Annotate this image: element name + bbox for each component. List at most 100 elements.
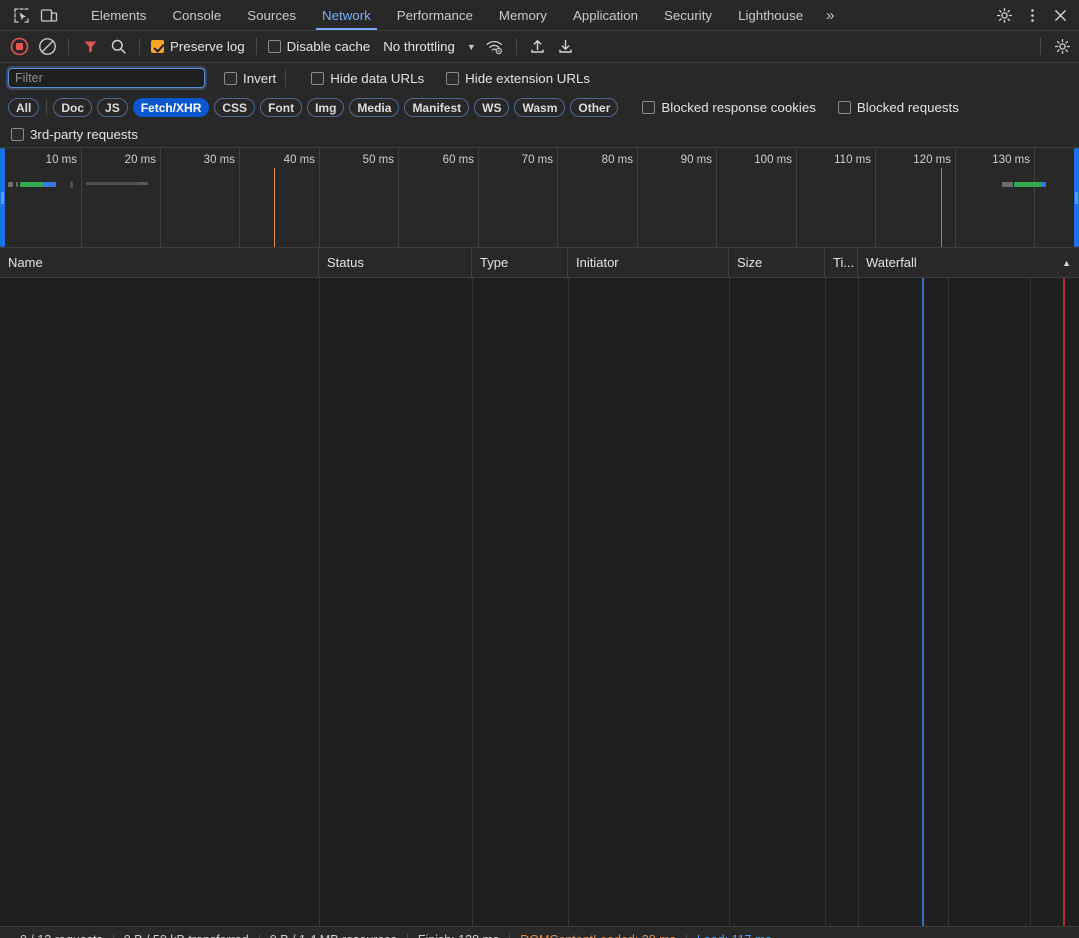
hide-extension-urls-checkbox[interactable]: Hide extension URLs — [443, 71, 593, 86]
chevron-down-icon: ▼ — [466, 41, 476, 52]
column-header-waterfall[interactable]: Waterfall ▲ — [858, 248, 1079, 277]
tab-application[interactable]: Application — [560, 0, 651, 30]
overview-tick: 80 ms — [558, 148, 638, 247]
summary-requests: 0 / 13 requests — [10, 933, 113, 938]
type-filter-img[interactable]: Img — [307, 98, 345, 117]
tab-elements[interactable]: Elements — [78, 0, 159, 30]
filter-row: Invert Hide data URLs Hide extension URL… — [0, 63, 1079, 93]
type-filter-fetch-xhr[interactable]: Fetch/XHR — [132, 98, 210, 117]
type-filter-all[interactable]: All — [8, 98, 40, 117]
column-header-type[interactable]: Type — [472, 248, 568, 277]
tab-performance[interactable]: Performance — [384, 0, 486, 30]
tab-memory[interactable]: Memory — [486, 0, 560, 30]
third-party-requests-checkbox-box[interactable] — [11, 128, 24, 141]
column-divider — [472, 278, 473, 926]
column-header-name[interactable]: Name — [0, 248, 319, 277]
overview-selection-handle-left[interactable] — [0, 148, 5, 247]
disable-cache-label: Disable cache — [286, 39, 371, 54]
device-toolbar-icon[interactable] — [36, 2, 62, 28]
overview-tick-label: 60 ms — [442, 154, 474, 166]
overview-tick: 50 ms — [320, 148, 399, 247]
overview-tick-label: 130 ms — [992, 154, 1030, 166]
import-har-upload-icon[interactable] — [525, 34, 551, 60]
overview-selection-handle-right[interactable] — [1074, 148, 1079, 247]
preserve-log-checkbox-box[interactable] — [151, 40, 164, 53]
type-filter-wasm[interactable]: Wasm — [514, 98, 566, 117]
column-divider — [858, 278, 859, 926]
network-overview-timeline[interactable]: 10 ms 20 ms 30 ms 40 ms 50 ms 60 ms 70 m… — [0, 148, 1079, 248]
inspect-element-icon[interactable] — [8, 2, 34, 28]
blocked-response-cookies-checkbox-box[interactable] — [642, 101, 656, 114]
invert-checkbox-box[interactable] — [224, 71, 237, 85]
wifi-conditions-icon[interactable] — [482, 34, 508, 60]
record-stop-icon[interactable] — [6, 34, 32, 60]
tab-console[interactable]: Console — [159, 0, 234, 30]
tab-label: Sources — [247, 7, 297, 23]
tab-sources[interactable]: Sources — [234, 0, 309, 30]
search-icon[interactable] — [105, 34, 131, 60]
export-har-download-icon[interactable] — [553, 34, 579, 60]
disable-cache-checkbox-box[interactable] — [267, 40, 281, 53]
network-settings-gear-icon[interactable] — [1049, 34, 1075, 60]
column-header-status[interactable]: Status — [319, 248, 472, 277]
tab-label: Memory — [498, 7, 547, 23]
overview-tick: 120 ms — [876, 148, 956, 247]
disable-cache-checkbox[interactable]: Disable cache — [265, 39, 374, 54]
throttling-value: No throttling — [383, 39, 455, 54]
more-tabs-icon[interactable]: » — [816, 0, 844, 30]
gear-icon[interactable] — [991, 2, 1017, 28]
tab-label: Network — [322, 7, 371, 23]
type-filter-js[interactable]: JS — [97, 98, 128, 117]
requests-table-body[interactable] — [0, 278, 1079, 926]
overview-tick: 130 ms — [956, 148, 1035, 247]
column-header-size[interactable]: Size — [729, 248, 825, 277]
column-divider — [319, 278, 320, 926]
tab-network[interactable]: Network — [309, 0, 384, 30]
summary-domcontentloaded: DOMContentLoaded: 38 ms — [510, 933, 686, 938]
clear-icon[interactable] — [34, 34, 60, 60]
overview-domcontentloaded-line — [274, 168, 275, 247]
throttling-dropdown[interactable]: No throttling ▼ — [375, 39, 480, 54]
type-filter-css[interactable]: CSS — [214, 98, 256, 117]
invert-label: Invert — [243, 70, 277, 86]
type-filter-other[interactable]: Other — [570, 98, 619, 117]
toolbar-divider-1 — [68, 38, 69, 55]
toolbar-divider-3 — [255, 38, 257, 55]
column-header-initiator[interactable]: Initiator — [568, 248, 729, 277]
blocked-response-cookies-checkbox[interactable]: Blocked response cookies — [639, 100, 818, 115]
overview-tick-label: 20 ms — [124, 154, 156, 166]
blocked-response-cookies-label: Blocked response cookies — [661, 100, 816, 115]
type-filter-doc[interactable]: Doc — [53, 98, 93, 117]
hide-extension-urls-checkbox-box[interactable] — [446, 71, 460, 85]
preserve-log-label: Preserve log — [170, 39, 245, 54]
waterfall-load-line — [922, 278, 924, 926]
column-header-time[interactable]: Ti... — [825, 248, 858, 277]
blocked-requests-checkbox-box[interactable] — [837, 101, 851, 114]
hide-data-urls-checkbox[interactable]: Hide data URLs — [308, 71, 427, 86]
overview-tick: 70 ms — [479, 148, 558, 247]
tab-label: Security — [664, 7, 713, 23]
invert-checkbox[interactable]: Invert — [221, 71, 279, 86]
type-filter-font[interactable]: Font — [260, 98, 303, 117]
hide-data-urls-checkbox-box[interactable] — [311, 71, 325, 85]
overview-tick: 110 ms — [797, 148, 876, 247]
close-icon[interactable] — [1047, 2, 1073, 28]
toolbar-divider-4 — [515, 38, 517, 55]
tab-lighthouse[interactable]: Lighthouse — [725, 0, 816, 30]
preserve-log-checkbox[interactable]: Preserve log — [148, 39, 248, 54]
overview-request-bar — [1042, 182, 1046, 187]
tab-security[interactable]: Security — [651, 0, 725, 30]
kebab-menu-icon[interactable] — [1019, 2, 1045, 28]
column-divider — [948, 278, 949, 926]
type-filter-media[interactable]: Media — [349, 98, 400, 117]
type-filter-manifest[interactable]: Manifest — [404, 98, 470, 117]
overview-request-bar — [44, 182, 56, 187]
overview-tick-label: 100 ms — [754, 154, 792, 166]
summary-resources: 0 B / 1.4 MB resources — [260, 933, 407, 938]
filter-input[interactable] — [6, 66, 207, 90]
blocked-requests-checkbox[interactable]: Blocked requests — [835, 100, 962, 115]
tab-label: Elements — [91, 7, 147, 23]
type-filter-ws[interactable]: WS — [474, 98, 510, 117]
filter-funnel-icon[interactable] — [77, 34, 103, 60]
third-party-requests-checkbox[interactable]: 3rd-party requests — [8, 127, 141, 142]
